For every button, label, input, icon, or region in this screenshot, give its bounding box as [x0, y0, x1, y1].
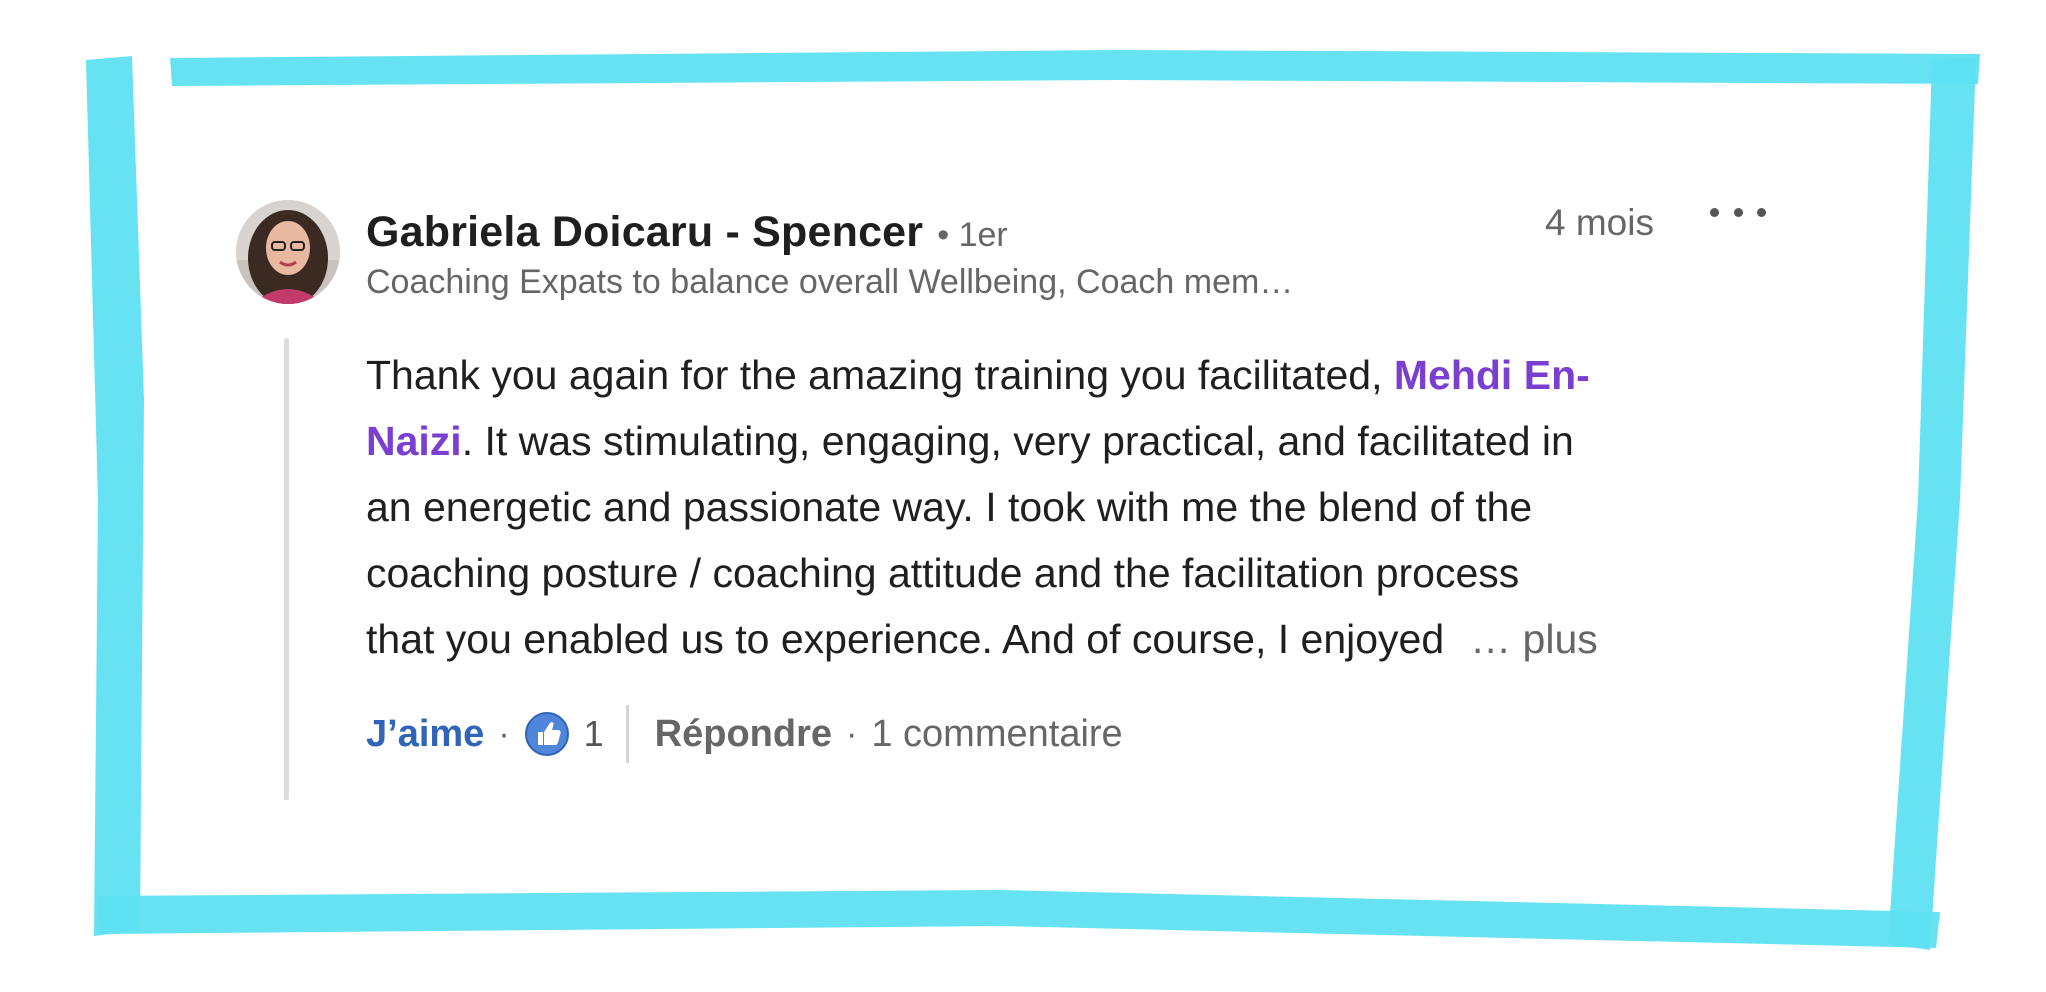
thread-line — [284, 338, 289, 800]
screenshot-canvas: Gabriela Doicaru - Spencer • 1er Coachin… — [0, 0, 2046, 992]
author-row: Gabriela Doicaru - Spencer • 1er — [366, 208, 1546, 257]
comment-body: Thank you again for the amazing training… — [366, 342, 1796, 672]
avatar[interactable] — [236, 200, 340, 304]
author-headline: Coaching Expats to balance overall Wellb… — [366, 263, 1294, 301]
body-text-segment: that you enabled us to experience. And o… — [366, 616, 1445, 662]
separator-dot: · — [498, 714, 510, 753]
like-button[interactable]: J’aime — [366, 713, 484, 756]
mention-link[interactable]: Mehdi En- — [1394, 352, 1590, 398]
comment-header: Gabriela Doicaru - Spencer • 1er Coachin… — [366, 208, 1546, 302]
separator-dot: · — [846, 714, 858, 753]
connection-degree: • 1er — [937, 216, 1008, 254]
see-more-link[interactable]: … plus — [1470, 616, 1598, 662]
dot-icon — [1733, 207, 1743, 217]
reply-button[interactable]: Répondre — [655, 713, 832, 756]
body-line: that you enabled us to experience. And o… — [366, 606, 1796, 672]
actions-divider — [625, 705, 629, 763]
dot-icon — [1757, 207, 1766, 217]
more-options-icon[interactable] — [1710, 192, 1766, 232]
dot-icon — [1710, 207, 1719, 217]
body-text-segment: Thank you again for the amazing training… — [366, 352, 1394, 398]
mention-link[interactable]: Naizi — [366, 418, 462, 464]
reply-count-link[interactable]: 1 commentaire — [871, 713, 1122, 756]
like-count: 1 — [583, 713, 604, 754]
body-line: an energetic and passionate way. I took … — [366, 484, 1533, 530]
comment-card: Gabriela Doicaru - Spencer • 1er Coachin… — [236, 200, 1796, 800]
body-line: Naizi. It was stimulating, engaging, ver… — [366, 408, 1796, 474]
body-line: coaching posture / coaching attitude and… — [366, 550, 1520, 596]
like-reaction-icon[interactable] — [524, 711, 570, 757]
avatar-image — [236, 200, 340, 304]
comment-timestamp: 4 mois — [1545, 202, 1654, 243]
body-line: Thank you again for the amazing training… — [366, 342, 1796, 408]
author-name[interactable]: Gabriela Doicaru - Spencer — [366, 208, 923, 257]
comment-actions: J’aime · 1 Répondre · 1 commentaire — [366, 705, 1123, 763]
body-text-segment: . It was stimulating, engaging, very pra… — [461, 418, 1574, 464]
